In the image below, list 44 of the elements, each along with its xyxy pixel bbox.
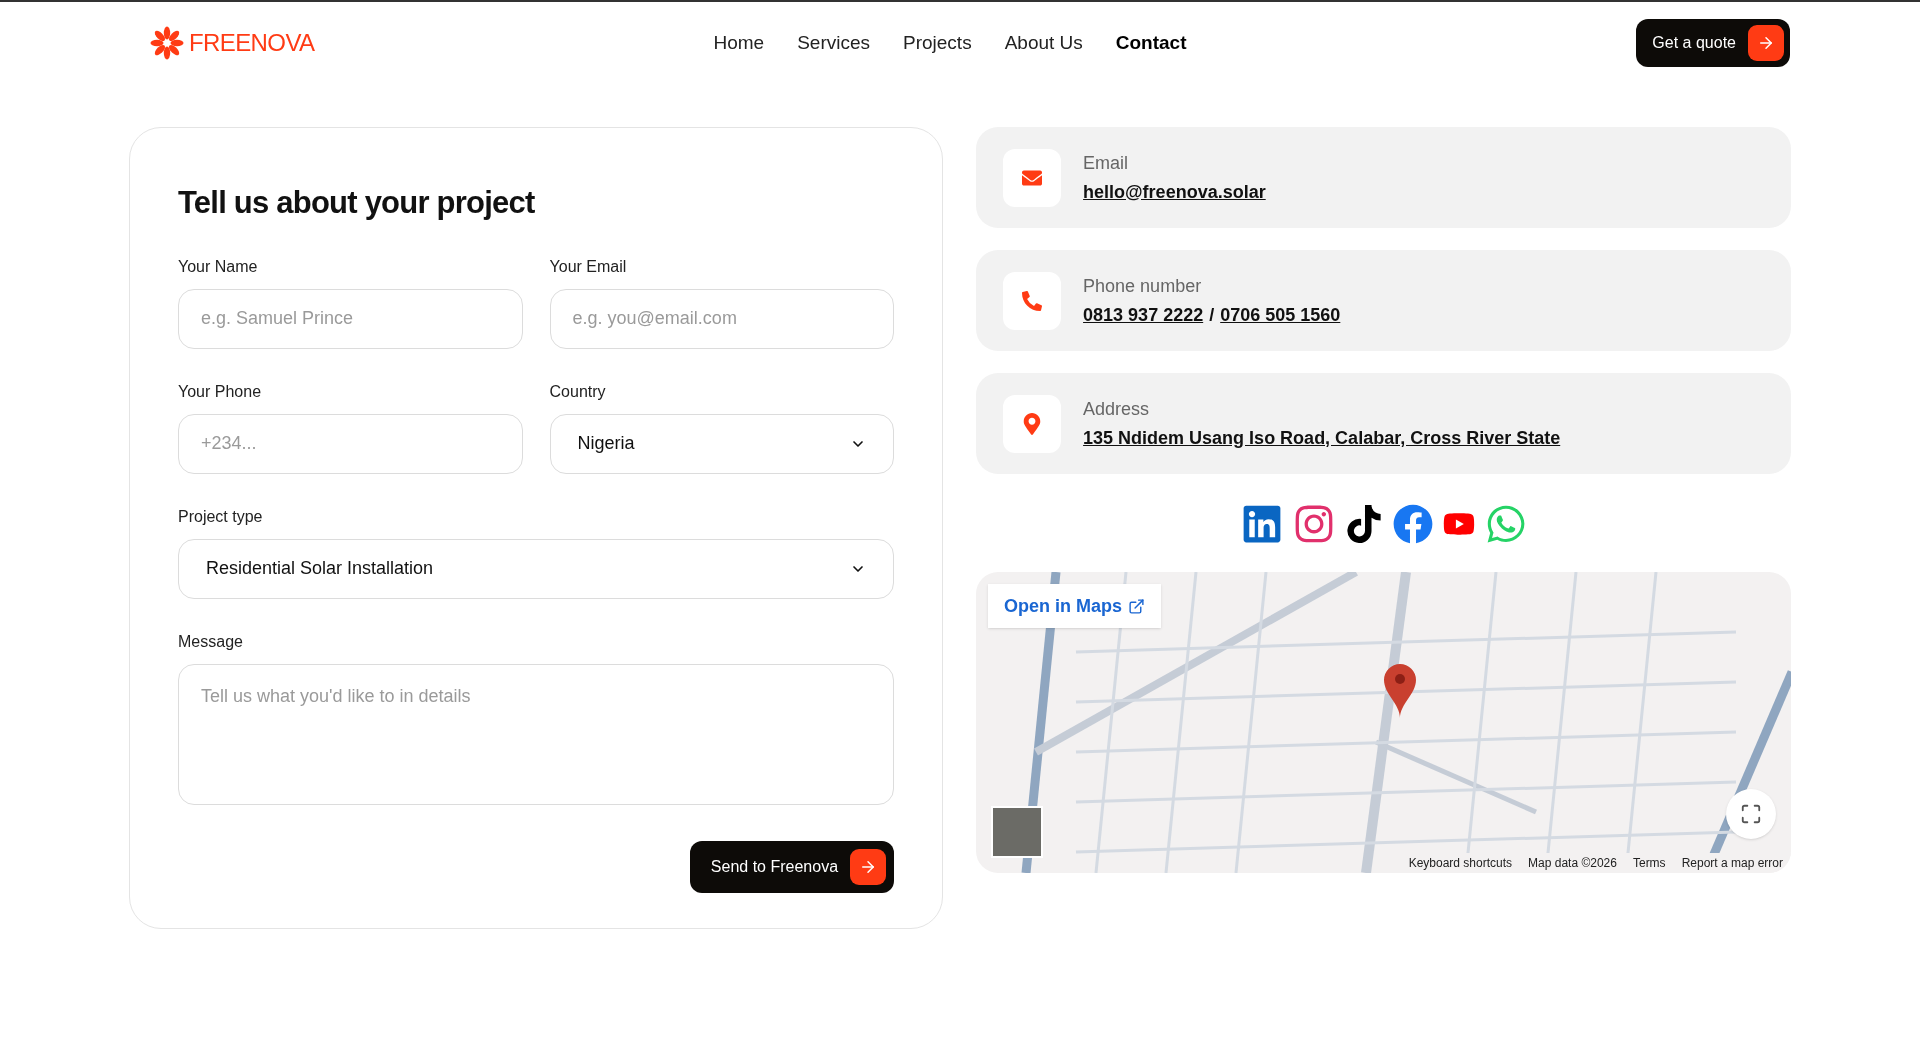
arrow-right-icon <box>1748 25 1784 61</box>
input-field[interactable]: e.g. Samuel Prince <box>178 288 523 349</box>
nav-link[interactable]: Home <box>713 28 765 58</box>
contact-label: Email <box>1083 151 1130 175</box>
contact-label: Phone number <box>1083 274 1203 298</box>
external-link-icon <box>1128 597 1146 615</box>
form-title: Tell us about your project <box>178 184 536 222</box>
input-field[interactable]: e.g. you@email.com <box>549 288 895 349</box>
tiktok-icon[interactable] <box>1344 505 1383 543</box>
phone-number-link[interactable]: 0706 505 1560 <box>1220 301 1341 329</box>
nav-link[interactable]: Services <box>797 28 870 58</box>
asterisk-logo-icon <box>150 26 184 60</box>
field-label: Your Phone <box>178 381 263 402</box>
message-field[interactable]: Tell us what you'd like to in details <box>178 663 895 805</box>
send-button[interactable]: Send to Freenova <box>689 840 895 893</box>
map-footer-link[interactable]: Terms <box>1632 854 1666 872</box>
phone-icon <box>1022 290 1043 311</box>
get-quote-button[interactable]: Get a quote <box>1636 19 1790 67</box>
separator-text: / <box>1209 303 1215 327</box>
open-in-maps-link[interactable]: Open in Maps <box>988 584 1162 628</box>
arrow-right-icon <box>850 848 887 885</box>
address-link[interactable]: 135 Ndidem Usang Iso Road, Calabar, Cross River State <box>1083 424 1561 452</box>
email-link[interactable]: hello@freenova.solar <box>1083 178 1266 206</box>
field-label: Message <box>178 631 244 652</box>
nav-link[interactable]: Projects <box>903 28 972 58</box>
logo-wordmark: FREENOVA <box>189 28 315 58</box>
map-footer-link[interactable]: Report a map error <box>1681 854 1783 872</box>
contact-label: Address <box>1083 397 1151 421</box>
field-label: Your Email <box>549 256 628 277</box>
phone-number-link[interactable]: 0813 937 2222 <box>1083 301 1204 329</box>
fullscreen-button[interactable] <box>1726 789 1776 839</box>
satellite-thumbnail[interactable] <box>991 806 1044 858</box>
map-footer-link[interactable]: Keyboard shortcuts <box>1408 854 1513 872</box>
fullscreen-icon <box>1740 803 1762 825</box>
select-field[interactable]: Nigeria <box>549 413 895 474</box>
field-label: Your Name <box>178 256 259 277</box>
map-footer-link[interactable]: Map data ©2026 <box>1528 854 1617 872</box>
nav-link[interactable]: Contact <box>1115 28 1187 58</box>
input-field[interactable]: +234... <box>178 413 523 474</box>
facebook-icon[interactable] <box>1392 504 1433 544</box>
select-field[interactable]: Residential Solar Installation <box>178 538 895 599</box>
nav-link[interactable]: About Us <box>1004 28 1083 58</box>
field-label: Country <box>549 381 607 402</box>
field-label: Project type <box>178 506 264 527</box>
